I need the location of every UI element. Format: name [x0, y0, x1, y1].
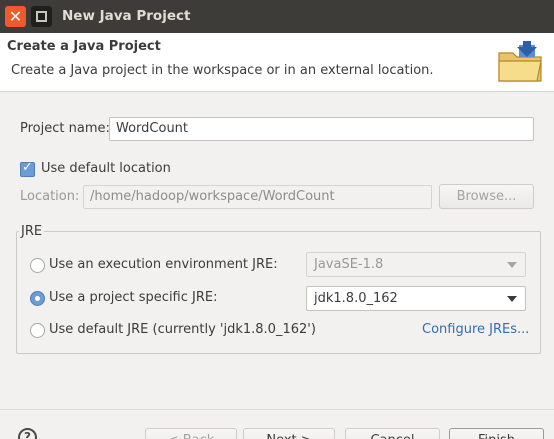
finish-button[interactable]: Finish — [449, 428, 544, 439]
project-name-input[interactable]: WordCount — [109, 117, 534, 141]
execution-env-combo[interactable]: JavaSE-1.8 — [306, 252, 526, 277]
jre-execution-env-label[interactable]: Use an execution environment JRE: — [49, 257, 278, 272]
location-label: Location: — [20, 189, 80, 204]
project-specific-jre-combo-value: jdk1.8.0_162 — [314, 291, 398, 306]
maximize-button[interactable] — [31, 6, 52, 27]
help-icon[interactable]: ? — [18, 428, 37, 439]
back-button[interactable]: < Back — [145, 428, 237, 439]
cancel-button[interactable]: Cancel — [345, 428, 440, 439]
use-default-location-label[interactable]: Use default location — [41, 161, 171, 176]
jre-execution-env-radio[interactable] — [30, 258, 45, 273]
close-button[interactable]: ✕ — [5, 6, 26, 27]
jre-project-specific-label[interactable]: Use a project specific JRE: — [49, 290, 217, 305]
configure-jres-link[interactable]: Configure JREs... — [422, 322, 529, 337]
location-input[interactable]: /home/hadoop/workspace/WordCount — [83, 185, 432, 209]
chevron-down-icon — [507, 262, 517, 268]
close-icon: ✕ — [8, 7, 23, 26]
project-name-label: Project name: — [20, 121, 110, 136]
page-description: Create a Java project in the workspace o… — [11, 63, 434, 78]
jre-default-label[interactable]: Use default JRE (currently 'jdk1.8.0_162… — [49, 322, 316, 337]
footer-separator — [0, 409, 554, 410]
execution-env-combo-value: JavaSE-1.8 — [314, 257, 384, 272]
project-specific-jre-combo[interactable]: jdk1.8.0_162 — [306, 286, 526, 311]
wizard-header: Create a Java Project Create a Java proj… — [0, 33, 554, 92]
jre-default-radio[interactable] — [30, 323, 45, 338]
next-button[interactable]: Next > — [243, 428, 335, 439]
jre-project-specific-radio[interactable] — [30, 291, 45, 306]
folder-wizard-icon — [498, 41, 542, 82]
title-bar: ✕ New Java Project — [0, 0, 554, 33]
browse-button[interactable]: Browse... — [439, 184, 534, 209]
chevron-down-icon — [507, 296, 517, 302]
jre-group-title: JRE — [19, 224, 45, 239]
page-title: Create a Java Project — [7, 39, 161, 54]
maximize-icon — [36, 11, 47, 22]
use-default-location-checkbox[interactable] — [20, 160, 35, 177]
window-title: New Java Project — [62, 8, 191, 24]
